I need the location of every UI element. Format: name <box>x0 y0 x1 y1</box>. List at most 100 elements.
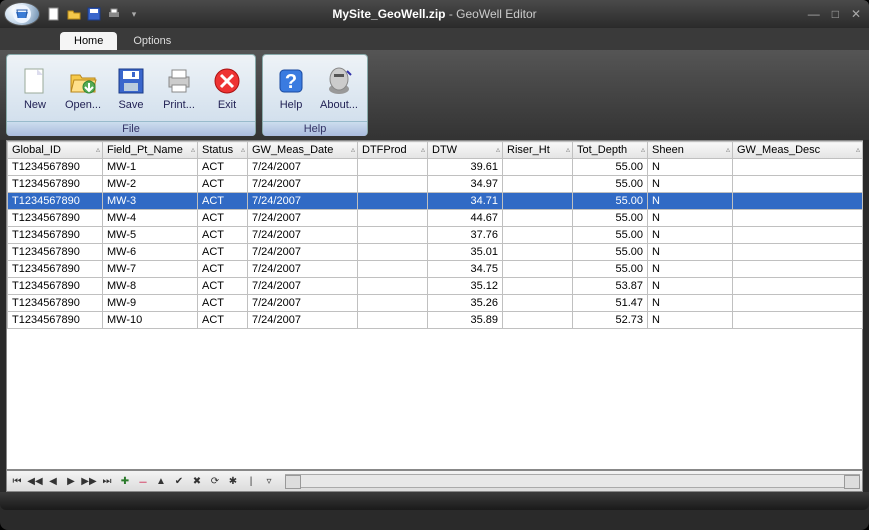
cell[interactable]: T1234567890 <box>8 176 103 193</box>
cell[interactable] <box>503 295 573 312</box>
tab-options[interactable]: Options <box>119 32 185 50</box>
cell[interactable]: T1234567890 <box>8 210 103 227</box>
nav-filter-icon[interactable]: ▿ <box>261 473 277 489</box>
cell[interactable]: MW-5 <box>103 227 198 244</box>
cell[interactable]: 7/24/2007 <box>248 227 358 244</box>
table-row[interactable]: T1234567890MW-2ACT7/24/2007 34.97 55.00N <box>8 176 863 193</box>
cell[interactable]: ACT <box>198 295 248 312</box>
horizontal-scrollbar[interactable] <box>285 474 860 488</box>
cell[interactable]: T1234567890 <box>8 227 103 244</box>
cell[interactable]: 51.47 <box>573 295 648 312</box>
cell[interactable]: MW-3 <box>103 193 198 210</box>
cell[interactable]: 52.73 <box>573 312 648 329</box>
cell[interactable] <box>503 227 573 244</box>
cell[interactable]: MW-8 <box>103 278 198 295</box>
cell[interactable]: 55.00 <box>573 159 648 176</box>
cell[interactable]: 55.00 <box>573 261 648 278</box>
cell[interactable]: 7/24/2007 <box>248 261 358 278</box>
cell[interactable]: T1234567890 <box>8 295 103 312</box>
cell[interactable] <box>503 261 573 278</box>
nav-accept-icon[interactable]: ✔ <box>171 473 187 489</box>
cell[interactable]: T1234567890 <box>8 312 103 329</box>
open-button[interactable]: Open... <box>59 57 107 119</box>
cell[interactable]: 7/24/2007 <box>248 210 358 227</box>
column-header[interactable]: Global_ID▵ <box>8 142 103 159</box>
nav-last-icon[interactable]: ⏭ <box>99 473 115 489</box>
column-header[interactable]: DTW▵ <box>428 142 503 159</box>
nav-prev-icon[interactable]: ◀ <box>45 473 61 489</box>
cell[interactable] <box>503 159 573 176</box>
maximize-button[interactable]: □ <box>832 7 839 21</box>
cell[interactable]: T1234567890 <box>8 193 103 210</box>
cell[interactable]: 7/24/2007 <box>248 244 358 261</box>
cell[interactable]: 7/24/2007 <box>248 278 358 295</box>
cell[interactable]: 34.97 <box>428 176 503 193</box>
nav-refresh-icon[interactable]: ⟳ <box>207 473 223 489</box>
cell[interactable]: T1234567890 <box>8 244 103 261</box>
new-button[interactable]: New <box>11 57 59 119</box>
qa-new-icon[interactable] <box>46 6 62 22</box>
cell[interactable] <box>733 176 863 193</box>
column-header[interactable]: Riser_Ht▵ <box>503 142 573 159</box>
close-button[interactable]: ✕ <box>851 7 861 21</box>
cell[interactable]: ACT <box>198 261 248 278</box>
table-row[interactable]: T1234567890MW-7ACT7/24/200734.7555.00N <box>8 261 863 278</box>
cell[interactable]: 35.26 <box>428 295 503 312</box>
cell[interactable]: ACT <box>198 210 248 227</box>
cell[interactable]: 39.61 <box>428 159 503 176</box>
cell[interactable]: N <box>648 295 733 312</box>
nav-remove-icon[interactable]: － <box>135 473 151 489</box>
nav-prev-page-icon[interactable]: ◀◀ <box>27 473 43 489</box>
qa-dropdown-icon[interactable]: ▾ <box>126 6 142 22</box>
column-header[interactable]: GW_Meas_Date▵ <box>248 142 358 159</box>
table-row[interactable]: T1234567890MW-6ACT7/24/200735.0155.00N <box>8 244 863 261</box>
table-row[interactable]: T1234567890MW-10ACT7/24/200735.8952.73N <box>8 312 863 329</box>
cell[interactable] <box>733 295 863 312</box>
nav-add-icon[interactable]: ✚ <box>117 473 133 489</box>
cell[interactable]: N <box>648 176 733 193</box>
tab-home[interactable]: Home <box>60 32 117 50</box>
cell[interactable]: ACT <box>198 176 248 193</box>
column-header[interactable]: DTFProd▵ <box>358 142 428 159</box>
cell[interactable] <box>358 295 428 312</box>
qa-save-icon[interactable] <box>86 6 102 22</box>
cell[interactable]: 55.00 <box>573 193 648 210</box>
cell[interactable] <box>358 210 428 227</box>
cell[interactable]: 35.01 <box>428 244 503 261</box>
cell[interactable]: N <box>648 244 733 261</box>
nav-edit-icon[interactable]: ▲ <box>153 473 169 489</box>
cell[interactable]: ACT <box>198 227 248 244</box>
cell[interactable]: ACT <box>198 278 248 295</box>
column-header[interactable]: Sheen▵ <box>648 142 733 159</box>
cell[interactable]: N <box>648 159 733 176</box>
cell[interactable]: T1234567890 <box>8 261 103 278</box>
cell[interactable] <box>358 176 428 193</box>
cell[interactable]: MW-2 <box>103 176 198 193</box>
cell[interactable]: 44.67 <box>428 210 503 227</box>
cell[interactable]: 35.89 <box>428 312 503 329</box>
cell[interactable]: 7/24/2007 <box>248 176 358 193</box>
cell[interactable]: MW-1 <box>103 159 198 176</box>
cell[interactable]: 55.00 <box>573 210 648 227</box>
nav-next-icon[interactable]: ▶ <box>63 473 79 489</box>
exit-button[interactable]: Exit <box>203 57 251 119</box>
qa-open-icon[interactable] <box>66 6 82 22</box>
table-row[interactable]: T1234567890MW-9ACT7/24/200735.2651.47N <box>8 295 863 312</box>
cell[interactable] <box>733 278 863 295</box>
cell[interactable] <box>733 210 863 227</box>
cell[interactable] <box>358 312 428 329</box>
cell[interactable] <box>358 244 428 261</box>
cell[interactable]: 34.75 <box>428 261 503 278</box>
nav-bookmark-icon[interactable]: ✱ <box>225 473 241 489</box>
cell[interactable]: 7/24/2007 <box>248 193 358 210</box>
table-row[interactable]: T1234567890MW-5ACT7/24/200737.7655.00N <box>8 227 863 244</box>
cell[interactable]: ACT <box>198 193 248 210</box>
qa-print-icon[interactable] <box>106 6 122 22</box>
cell[interactable]: MW-9 <box>103 295 198 312</box>
column-header[interactable]: Status▵ <box>198 142 248 159</box>
cell[interactable]: ACT <box>198 312 248 329</box>
nav-first-icon[interactable]: ⏮ <box>9 473 25 489</box>
cell[interactable]: 55.00 <box>573 176 648 193</box>
cell[interactable]: N <box>648 312 733 329</box>
cell[interactable] <box>503 278 573 295</box>
